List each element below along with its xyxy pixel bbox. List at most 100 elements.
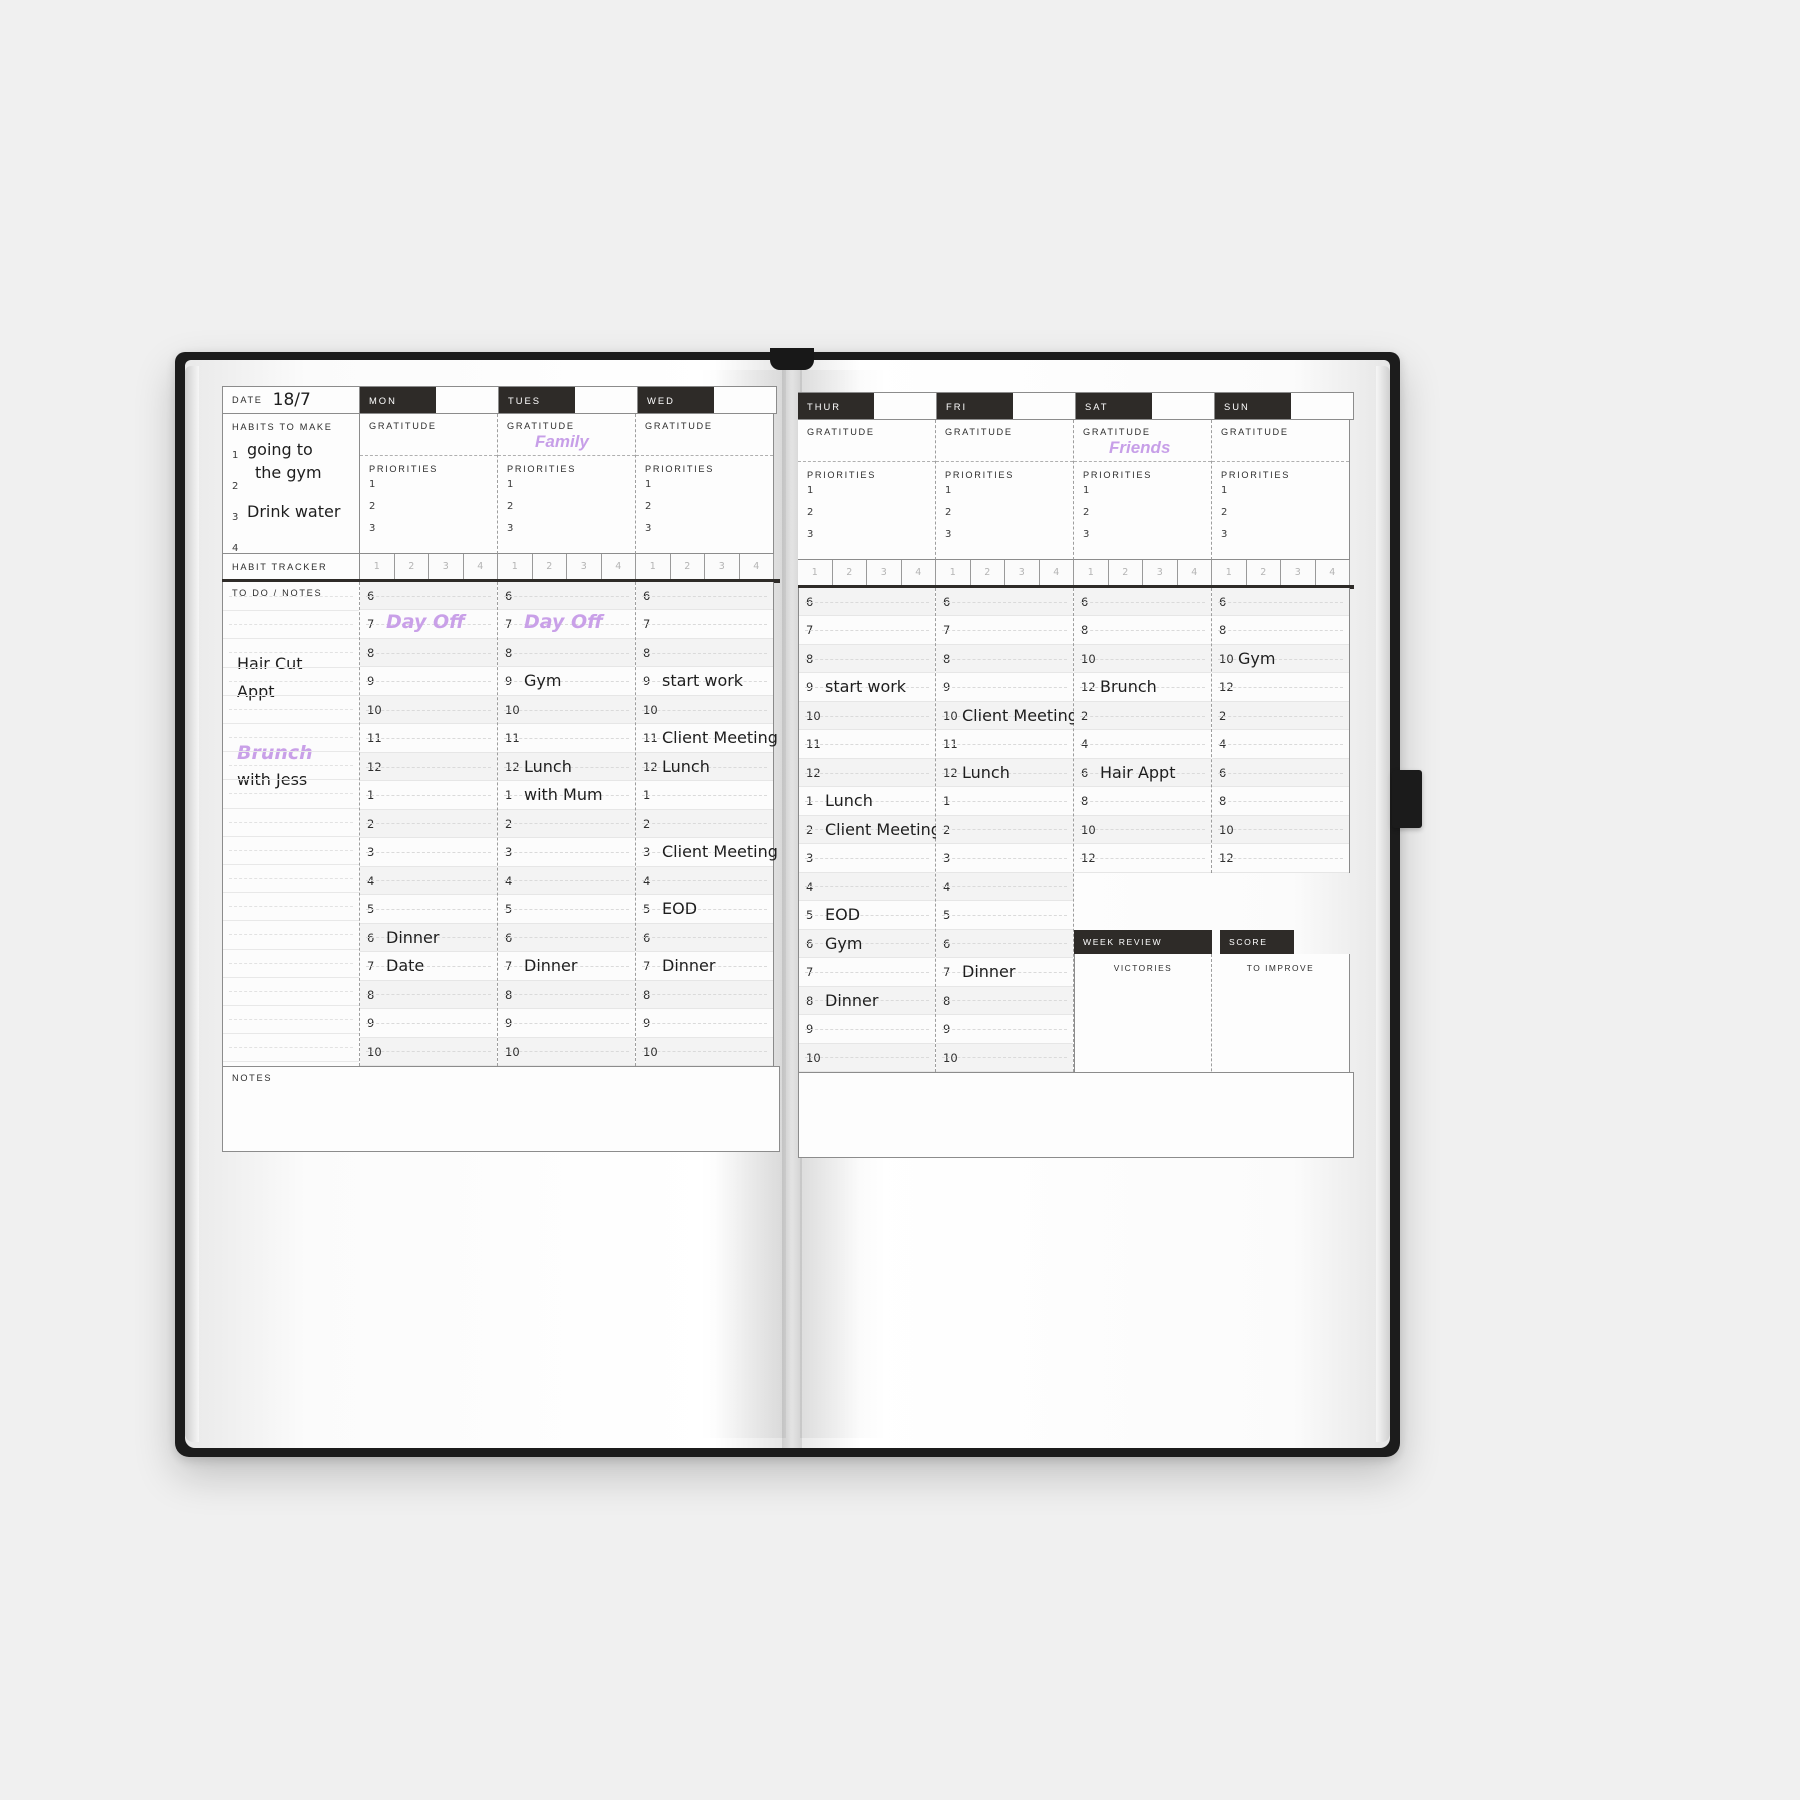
schedule-hour-row[interactable]: 5 EOD [799, 901, 935, 930]
schedule-hour-row[interactable]: 9 start work [799, 673, 935, 702]
schedule-hour-row[interactable]: 6 [1212, 758, 1349, 788]
gp-col-sat[interactable]: GRATITUDE Friends PRIORITIES 1 2 3 [1074, 420, 1212, 560]
habit-tracker-box[interactable]: 1 [798, 560, 833, 586]
habit-tracker-box[interactable]: 3 [429, 554, 464, 580]
gp-col-thur[interactable]: GRATITUDE PRIORITIES 1 2 3 [798, 420, 936, 560]
habit-tracker-left[interactable]: HABIT TRACKER 1 2 3 4 1 2 3 4 1 2 3 4 [222, 554, 780, 580]
schedule-hour-row[interactable]: 7 Day Off [498, 610, 635, 639]
priorities-tues[interactable]: PRIORITIES 1 2 3 [498, 456, 635, 554]
habit-tracker-box[interactable]: 1 [1074, 560, 1109, 586]
habit-tracker-box[interactable]: 4 [463, 554, 498, 580]
schedule-hour-row[interactable]: 11 [498, 724, 635, 753]
schedule-hour-row[interactable]: 6 Gym [799, 929, 935, 959]
schedule-hour-row[interactable]: 12 [1212, 673, 1349, 702]
schedule-hour-row[interactable]: 9 [936, 673, 1073, 702]
schedule-hour-row[interactable]: 1 Lunch [799, 787, 935, 816]
habit-tracker-box[interactable]: 1 [360, 554, 395, 580]
gp-col-fri[interactable]: GRATITUDE PRIORITIES 1 2 3 [936, 420, 1074, 560]
schedule-hour-row[interactable]: 4 [936, 872, 1073, 902]
schedule-col-tues[interactable]: 6 7 Day Off 8 9 Gym 10 11 12 Lunch 1 with Mum 2 3 4 5 6 7… [498, 582, 636, 1066]
habit-tracker-box[interactable]: 3 [1143, 560, 1178, 586]
schedule-hour-row[interactable]: 12 Lunch [636, 752, 773, 782]
schedule-hour-row[interactable]: 8 [1074, 616, 1211, 645]
schedule-hour-row[interactable]: 12 [1212, 844, 1349, 873]
schedule-col-wed[interactable]: 6 7 8 9 start work 10 11 Client Meeting 12 Lunch 1… [636, 582, 778, 1066]
schedule-hour-row[interactable]: 9 [360, 1009, 497, 1038]
schedule-hour-row[interactable]: 6 [936, 929, 1073, 959]
priorities-wed[interactable]: PRIORITIES 1 2 3 [636, 456, 773, 554]
schedule-hour-row[interactable]: 5 [936, 901, 1073, 930]
habit-tracker-box[interactable]: 3 [1281, 560, 1316, 586]
schedule-hour-row[interactable]: 8 [636, 980, 773, 1010]
schedule-hour-row[interactable]: 12 Brunch [1074, 673, 1211, 702]
habit-tracker-box[interactable]: 3 [867, 560, 902, 586]
day-blank-sun[interactable] [1291, 393, 1354, 419]
schedule-hour-row[interactable]: 2 [636, 809, 773, 839]
schedule-hour-row[interactable]: 8 [1074, 787, 1211, 816]
schedule-hour-row[interactable]: 10 [498, 1037, 635, 1066]
schedule-hour-row[interactable]: 6 [360, 582, 497, 611]
schedule-hour-row[interactable]: 8 [936, 644, 1073, 674]
gp-col-mon[interactable]: GRATITUDE PRIORITIES 1 2 3 [360, 414, 498, 554]
schedule-hour-row[interactable]: 12 Lunch [936, 758, 1073, 788]
habit-tracker-box[interactable]: 4 [901, 560, 936, 586]
schedule-hour-row[interactable]: 7 [936, 616, 1073, 645]
habit-tracker-box[interactable]: 4 [739, 554, 774, 580]
day-header-wed[interactable]: WED [638, 386, 777, 414]
schedule-hour-row[interactable]: 4 [799, 872, 935, 902]
habit-tracker-box[interactable]: 3 [705, 554, 740, 580]
schedule-hour-row[interactable]: 7 Dinner [498, 952, 635, 981]
day-blank-sat[interactable] [1152, 393, 1215, 419]
schedule-hour-row[interactable]: 1 [636, 781, 773, 810]
schedule-hour-row[interactable]: 7 [799, 958, 935, 987]
schedule-col-mon[interactable]: 6 7 Day Off 8 9 10 11 12 1 2 3 4 5 6 Dinner 7 Date 8 9 10 [360, 582, 498, 1066]
schedule-hour-row[interactable]: 8 [360, 638, 497, 668]
habit-tracker-box[interactable]: 1 [1212, 560, 1247, 586]
notes-panel[interactable]: NOTES [222, 1066, 780, 1152]
schedule-hour-row[interactable]: 6 [1212, 588, 1349, 617]
habit-tracker-box[interactable]: 2 [394, 554, 429, 580]
schedule-hour-row[interactable]: 10 [799, 701, 935, 731]
schedule-hour-row[interactable]: 6 [636, 582, 773, 611]
habit-tracker-box[interactable]: 3 [1005, 560, 1040, 586]
schedule-hour-row[interactable]: 3 [360, 838, 497, 867]
schedule-hour-row[interactable]: 5 [498, 895, 635, 924]
schedule-col-thur[interactable]: 6 7 8 9 start work 10 11 12 1 Lunch 2 Client Meetin… [798, 588, 941, 1072]
date-cell[interactable]: DATE 18/7 [222, 386, 360, 414]
habit-tracker-box[interactable]: 4 [1177, 560, 1212, 586]
schedule-hour-row[interactable]: 1 [360, 781, 497, 810]
schedule-hour-row[interactable]: 10 [498, 695, 635, 725]
schedule-hour-row[interactable]: 11 [360, 724, 497, 753]
schedule-hour-row[interactable]: 9 [360, 667, 497, 696]
schedule-hour-row[interactable]: 6 [498, 582, 635, 611]
schedule-hour-row[interactable]: 8 [498, 980, 635, 1010]
gratitude-mon[interactable]: GRATITUDE [360, 414, 497, 456]
schedule-hour-row[interactable]: 7 [636, 610, 773, 639]
schedule-hour-row[interactable]: 4 [1074, 730, 1211, 759]
schedule-hour-row[interactable]: 10 [636, 1037, 773, 1066]
schedule-hour-row[interactable]: 7 Date [360, 952, 497, 981]
habit-tracker-box[interactable]: 2 [832, 560, 867, 586]
day-header-mon[interactable]: MON [360, 386, 499, 414]
gratitude-sat[interactable]: GRATITUDE Friends [1074, 420, 1211, 462]
schedule-hour-row[interactable]: 6 [799, 588, 935, 617]
habit-tracker-box[interactable]: 2 [1108, 560, 1143, 586]
schedule-hour-row[interactable]: 6 Dinner [360, 923, 497, 953]
habit-tracker-box[interactable]: 4 [1039, 560, 1074, 586]
habit-tracker-box[interactable]: 2 [970, 560, 1005, 586]
habit-tracker-box[interactable]: 3 [567, 554, 602, 580]
day-header-sat[interactable]: SAT [1076, 392, 1215, 420]
habit-tracker-box[interactable]: 2 [532, 554, 567, 580]
day-blank-mon[interactable] [436, 387, 499, 413]
schedule-hour-row[interactable]: 6 [498, 923, 635, 953]
gratitude-tues[interactable]: GRATITUDE Family [498, 414, 635, 456]
schedule-hour-row[interactable]: 6 [636, 923, 773, 953]
gp-col-sun[interactable]: GRATITUDE PRIORITIES 1 2 3 [1212, 420, 1350, 560]
day-blank-tues[interactable] [575, 387, 638, 413]
schedule-hour-row[interactable]: 2 [936, 815, 1073, 845]
gp-col-tues[interactable]: GRATITUDE Family PRIORITIES 1 2 3 [498, 414, 636, 554]
habit-tracker-box[interactable]: 1 [936, 560, 971, 586]
schedule-hour-row[interactable]: 4 [498, 866, 635, 896]
schedule-hour-row[interactable]: 10 Client Meeting [936, 701, 1078, 731]
schedule-hour-row[interactable]: 4 [1212, 730, 1349, 759]
